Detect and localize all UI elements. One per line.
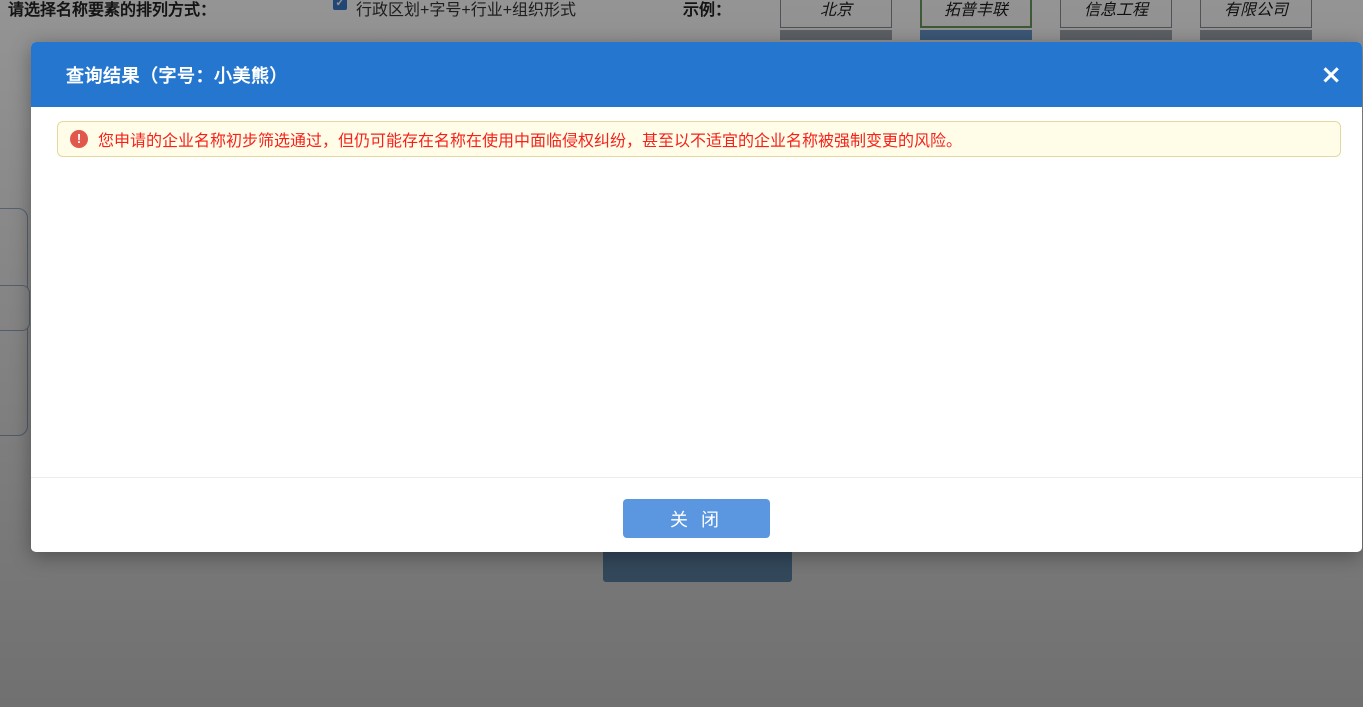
- warning-message: 您申请的企业名称初步筛选通过，但仍可能存在名称在使用中面临侵权纠纷，甚至以不适宜…: [98, 127, 962, 151]
- dialog-body: ! 您申请的企业名称初步筛选通过，但仍可能存在名称在使用中面临侵权纠纷，甚至以不…: [31, 107, 1362, 477]
- warning-banner: ! 您申请的企业名称初步筛选通过，但仍可能存在名称在使用中面临侵权纠纷，甚至以不…: [57, 121, 1341, 157]
- dialog-title: 查询结果（字号：小美熊）: [66, 62, 288, 88]
- query-result-dialog: 查询结果（字号：小美熊） × ! 您申请的企业名称初步筛选通过，但仍可能存在名称…: [31, 42, 1362, 552]
- warning-icon: !: [70, 130, 88, 148]
- close-icon[interactable]: ×: [1320, 62, 1342, 88]
- dialog-header: 查询结果（字号：小美熊） ×: [31, 42, 1362, 107]
- dialog-footer: 关 闭: [31, 477, 1362, 551]
- close-button[interactable]: 关 闭: [623, 499, 770, 538]
